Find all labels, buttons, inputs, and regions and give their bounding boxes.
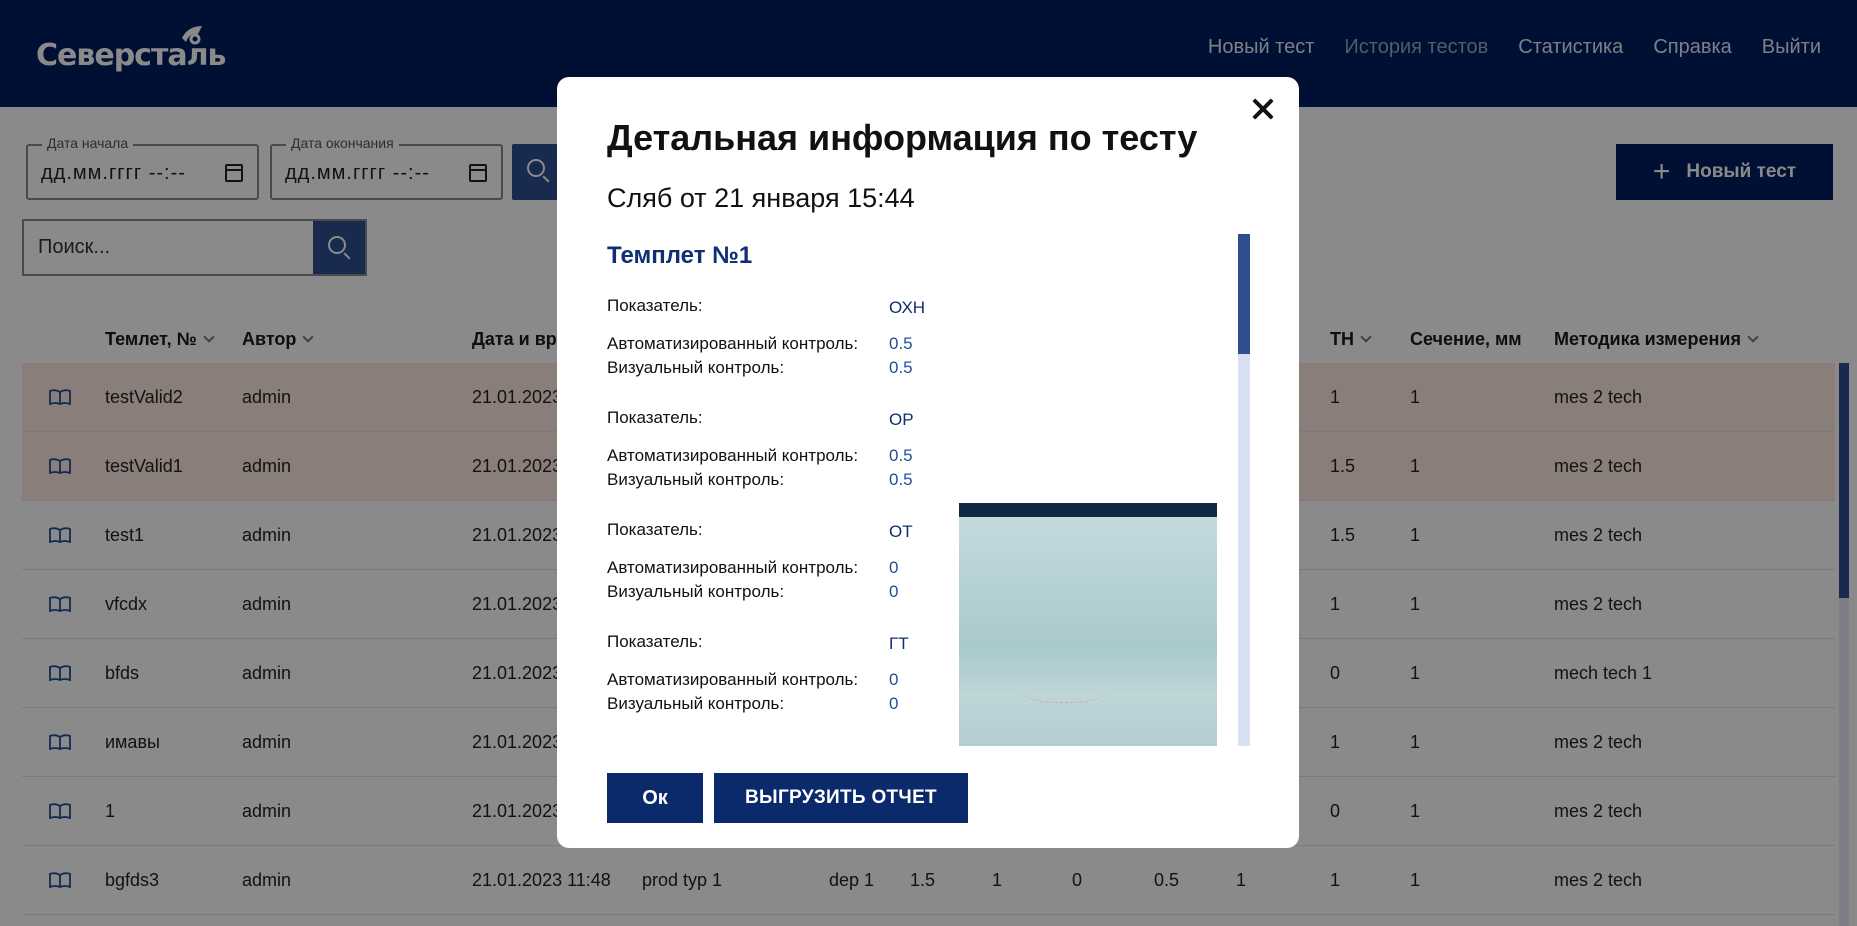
auto-control-label: Автоматизированный контроль: (607, 446, 859, 465)
test-details-modal: Детальная информация по тесту Сляб от 21… (557, 77, 1299, 848)
metric-code: ОТ (889, 522, 913, 541)
auto-control-value: 0.5 (889, 446, 913, 465)
auto-control-value: 0 (889, 558, 899, 577)
visual-control-value: 0 (889, 694, 899, 713)
modal-subtitle: Сляб от 21 января 15:44 (607, 183, 915, 213)
ok-button[interactable]: Ок (607, 773, 703, 823)
templet-title: Темплет №1 (607, 242, 753, 269)
auto-control-label: Автоматизированный контроль: (607, 670, 859, 689)
metric-code: ОР (889, 410, 914, 429)
modal-scroll-area[interactable]: Темплет №1 Показатель: ОХН Автоматизирован… (607, 234, 1217, 746)
modal-scrollbar[interactable] (1238, 234, 1250, 746)
visual-control-value: 0 (889, 582, 899, 601)
visual-control-label: Визуальный контроль: (607, 694, 785, 713)
visual-control-label: Визуальный контроль: (607, 358, 785, 377)
modal-scrollbar-thumb[interactable] (1238, 234, 1250, 354)
auto-control-value: 0 (889, 670, 899, 689)
visual-control-value: 0.5 (889, 358, 913, 377)
metric-code: ОХН (889, 298, 926, 317)
slab-image: 2456 151 (959, 503, 1217, 746)
metric-label: Показатель: (607, 408, 703, 427)
metric-block: Показатель: ОХН Автоматизированный контрол… (607, 296, 1207, 406)
export-report-button[interactable]: ВЫГРУЗИТЬ ОТЧЕТ (714, 773, 968, 823)
modal-title: Детальная информация по тесту (607, 117, 1198, 158)
auto-control-value: 0.5 (889, 334, 913, 353)
metric-label: Показатель: (607, 296, 703, 315)
metric-label: Показатель: (607, 632, 703, 651)
metric-code: ГТ (889, 634, 909, 653)
auto-control-label: Автоматизированный контроль: (607, 558, 859, 577)
metric-block: Показатель: ОР Автоматизированный контроль… (607, 408, 1207, 518)
visual-control-label: Визуальный контроль: (607, 582, 785, 601)
metric-label: Показатель: (607, 520, 703, 539)
auto-control-label: Автоматизированный контроль: (607, 334, 859, 353)
visual-control-label: Визуальный контроль: (607, 470, 785, 489)
close-icon[interactable] (1249, 95, 1277, 123)
metric-label: Показатель: (607, 744, 703, 746)
visual-control-value: 0.5 (889, 470, 913, 489)
